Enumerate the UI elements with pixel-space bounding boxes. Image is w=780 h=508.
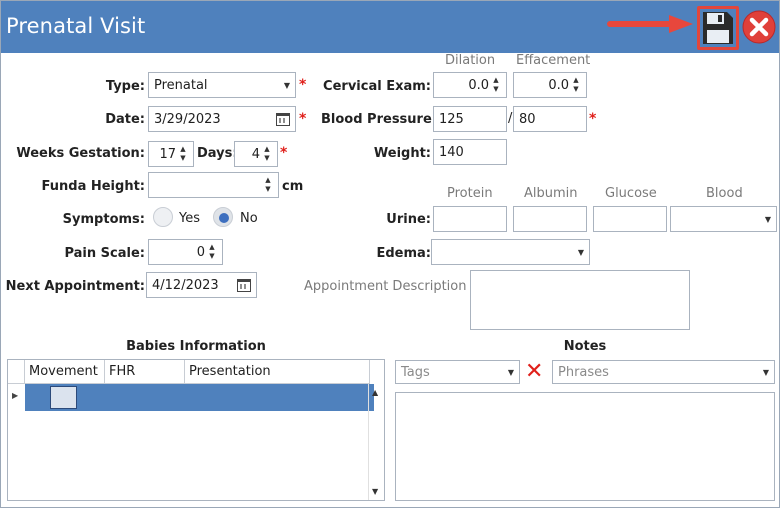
required-marker: * — [299, 111, 307, 127]
window-title: Prenatal Visit — [6, 14, 146, 38]
grid-row-header-corner — [8, 360, 25, 384]
blood-header: Blood — [706, 186, 743, 201]
chevron-down-icon: ▼ — [764, 214, 771, 224]
albumin-header: Albumin — [524, 186, 578, 201]
diastolic-value: 80 — [519, 111, 536, 127]
clear-x-icon[interactable]: ✕ — [525, 361, 543, 383]
spin-arrows-icon[interactable]: ▲ ▼ — [263, 177, 273, 193]
babies-grid[interactable]: Movement FHR Presentation ▶ ▲ ▼ — [7, 359, 385, 501]
weeks-gestation-stepper[interactable]: 17 ▲ ▼ — [148, 141, 194, 167]
blood-select[interactable]: ▼ — [670, 206, 777, 232]
systolic-value: 125 — [439, 111, 464, 127]
column-header-fhr[interactable]: FHR — [105, 360, 185, 384]
column-header-movement[interactable]: Movement — [25, 360, 105, 384]
chevron-down-icon: ▼ — [283, 80, 290, 90]
scroll-up-icon[interactable]: ▲ — [372, 388, 378, 397]
pain-scale-stepper[interactable]: 0 ▲ ▼ — [148, 239, 223, 265]
dilation-stepper[interactable]: 0.0 ▲ ▼ — [433, 72, 507, 98]
date-value: 3/29/2023 — [154, 111, 221, 127]
symptoms-no-radio[interactable] — [213, 207, 233, 227]
red-arrow-icon — [607, 15, 693, 33]
phrases-select[interactable]: Phrases ▼ — [552, 360, 775, 384]
floppy-disk-icon — [703, 12, 733, 44]
tags-select[interactable]: Tags ▼ — [395, 360, 520, 384]
edema-select[interactable]: ▼ — [431, 239, 590, 265]
tags-placeholder: Tags — [401, 364, 430, 380]
symptoms-yes-radio[interactable] — [153, 207, 173, 227]
date-label: Date: — [105, 112, 145, 127]
diastolic-input[interactable]: 80 — [513, 106, 587, 132]
calendar-icon[interactable] — [276, 112, 290, 126]
next-appointment-value: 4/12/2023 — [152, 277, 219, 293]
glucose-header: Glucose — [605, 186, 657, 201]
chevron-down-icon: ▼ — [577, 247, 584, 257]
type-select[interactable]: Prenatal ▼ — [148, 72, 296, 98]
appointment-description-input[interactable] — [470, 270, 690, 330]
albumin-input[interactable] — [513, 206, 587, 232]
next-appointment-picker[interactable]: 4/12/2023 — [146, 272, 257, 298]
chevron-down-icon: ▼ — [762, 367, 769, 377]
table-row[interactable] — [25, 384, 374, 411]
weeks-gestation-value: 17 — [159, 146, 176, 162]
days-label: Days: — [197, 146, 238, 161]
effacement-stepper[interactable]: 0.0 ▲ ▼ — [513, 72, 587, 98]
movement-cell[interactable] — [50, 386, 77, 409]
close-circle-icon[interactable] — [742, 10, 776, 44]
funda-height-stepper[interactable]: ▲ ▼ — [148, 172, 279, 198]
dilation-header: Dilation — [445, 53, 496, 68]
required-marker: * — [589, 111, 597, 127]
notes-textarea[interactable] — [395, 392, 775, 501]
spin-arrows-icon[interactable]: ▲ ▼ — [178, 146, 188, 162]
weight-label: Weight: — [373, 146, 431, 161]
edema-label: Edema: — [376, 246, 431, 261]
days-stepper[interactable]: 4 ▲ ▼ — [234, 141, 278, 167]
spin-arrows-icon[interactable]: ▲ ▼ — [207, 244, 217, 260]
effacement-header: Effacement — [516, 53, 591, 68]
funda-height-label: Funda Height: — [41, 179, 145, 194]
notes-title: Notes — [563, 339, 607, 354]
type-label: Type: — [105, 79, 145, 94]
required-marker: * — [280, 145, 288, 161]
dilation-value: 0.0 — [468, 77, 489, 93]
glucose-input[interactable] — [593, 206, 667, 232]
systolic-input[interactable]: 125 — [433, 106, 507, 132]
protein-input[interactable] — [433, 206, 507, 232]
required-marker: * — [299, 77, 307, 93]
symptoms-yes-label: Yes — [179, 211, 200, 226]
days-value: 4 — [251, 146, 260, 162]
urine-label: Urine: — [386, 212, 431, 227]
title-bar: Prenatal Visit — [1, 1, 779, 53]
prenatal-visit-window: Prenatal Visit Type: Prenatal ▼ * Date: … — [0, 0, 780, 508]
spin-arrows-icon[interactable]: ▲ ▼ — [571, 77, 581, 93]
calendar-icon[interactable] — [237, 278, 251, 292]
chevron-down-icon: ▼ — [507, 367, 514, 377]
spin-arrows-icon[interactable]: ▲ ▼ — [262, 146, 272, 162]
phrases-placeholder: Phrases — [558, 364, 609, 380]
funda-height-unit: cm — [282, 179, 304, 194]
weeks-gestation-label: Weeks Gestation: — [16, 146, 145, 161]
weight-value: 140 — [439, 144, 464, 160]
weight-input[interactable]: 140 — [433, 139, 507, 165]
spin-arrows-icon[interactable]: ▲ ▼ — [491, 77, 501, 93]
babies-information-title: Babies Information — [126, 339, 266, 354]
symptoms-label: Symptoms: — [62, 212, 145, 227]
row-pointer-icon: ▶ — [12, 391, 19, 400]
next-appointment-label: Next Appointment: — [5, 279, 145, 294]
column-header-presentation[interactable]: Presentation — [185, 360, 370, 384]
effacement-value: 0.0 — [548, 77, 569, 93]
scroll-down-icon[interactable]: ▼ — [372, 487, 378, 496]
save-button[interactable] — [697, 6, 739, 50]
appointment-description-label: Appointment Description — [304, 279, 467, 294]
pain-scale-value: 0 — [196, 244, 205, 260]
type-value: Prenatal — [154, 77, 208, 93]
blood-pressure-label: Blood Pressure: — [321, 112, 437, 127]
protein-header: Protein — [447, 186, 493, 201]
symptoms-no-label: No — [240, 211, 258, 226]
bp-separator: / — [508, 111, 513, 126]
date-picker[interactable]: 3/29/2023 — [148, 106, 296, 132]
cervical-exam-label: Cervical Exam: — [323, 79, 431, 94]
pain-scale-label: Pain Scale: — [64, 246, 145, 261]
grid-vertical-scrollbar[interactable]: ▲ ▼ — [368, 384, 384, 500]
